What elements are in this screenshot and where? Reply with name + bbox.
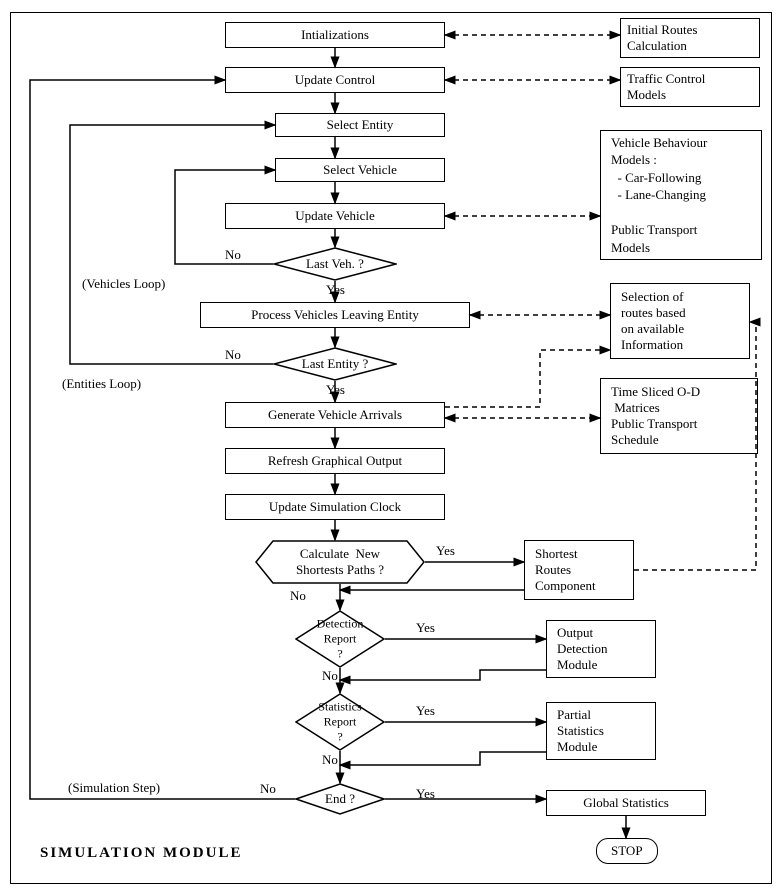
side-partial-stats: Partial Statistics Module [546,702,656,760]
step-refresh-graphical: Refresh Graphical Output [225,448,445,474]
side-traffic-control: Traffic Control Models [620,67,760,107]
label-no-1: No [225,247,241,263]
label-vehicles-loop: (Vehicles Loop) [82,276,165,292]
label-no-2: No [225,347,241,363]
label-yes-2: Yes [326,382,345,398]
side-od-matrices: Time Sliced O-D Matrices Public Transpor… [600,378,758,454]
step-update-clock: Update Simulation Clock [225,494,445,520]
decision-calc-paths: Calculate New Shortests Paths ? [255,540,425,584]
step-init: Intializations [225,22,445,48]
flowchart-canvas: Intializations Update Control Select Ent… [0,0,782,895]
step-select-vehicle: Select Vehicle [275,158,445,182]
label-simulation-step: (Simulation Step) [68,780,160,796]
step-generate-arrivals: Generate Vehicle Arrivals [225,402,445,428]
label-yes-6: Yes [416,786,435,802]
step-select-entity: Select Entity [275,113,445,137]
terminator-stop: STOP [596,838,658,864]
label-yes-3: Yes [436,543,455,559]
step-update-vehicle: Update Vehicle [225,203,445,229]
step-process-leaving: Process Vehicles Leaving Entity [200,302,470,328]
label-yes-1: Yes [326,282,345,298]
side-output-detection: Output Detection Module [546,620,656,678]
label-yes-5: Yes [416,703,435,719]
label-no-4: No [322,668,338,684]
label-no-5: No [322,752,338,768]
label-yes-4: Yes [416,620,435,636]
side-initial-routes: Initial Routes Calculation [620,18,760,58]
side-vehicle-behaviour: Vehicle Behaviour Models : - Car-Followi… [600,130,762,260]
decision-last-veh: Last Veh. ? [273,247,397,281]
title-simulation-module: SIMULATION MODULE [40,845,243,862]
label-no-6: No [260,781,276,797]
decision-detection-report: Detection Report ? [295,610,385,668]
label-entities-loop: (Entities Loop) [62,376,141,392]
side-global-stats: Global Statistics [546,790,706,816]
decision-end: End ? [295,783,385,815]
decision-last-entity: Last Entity ? [273,347,397,381]
side-route-selection: Selection of routes based on available I… [610,283,750,359]
step-update-control: Update Control [225,67,445,93]
decision-statistics-report: Statistics Report ? [295,693,385,751]
side-shortest-routes: Shortest Routes Component [524,540,634,600]
label-no-3: No [290,588,306,604]
